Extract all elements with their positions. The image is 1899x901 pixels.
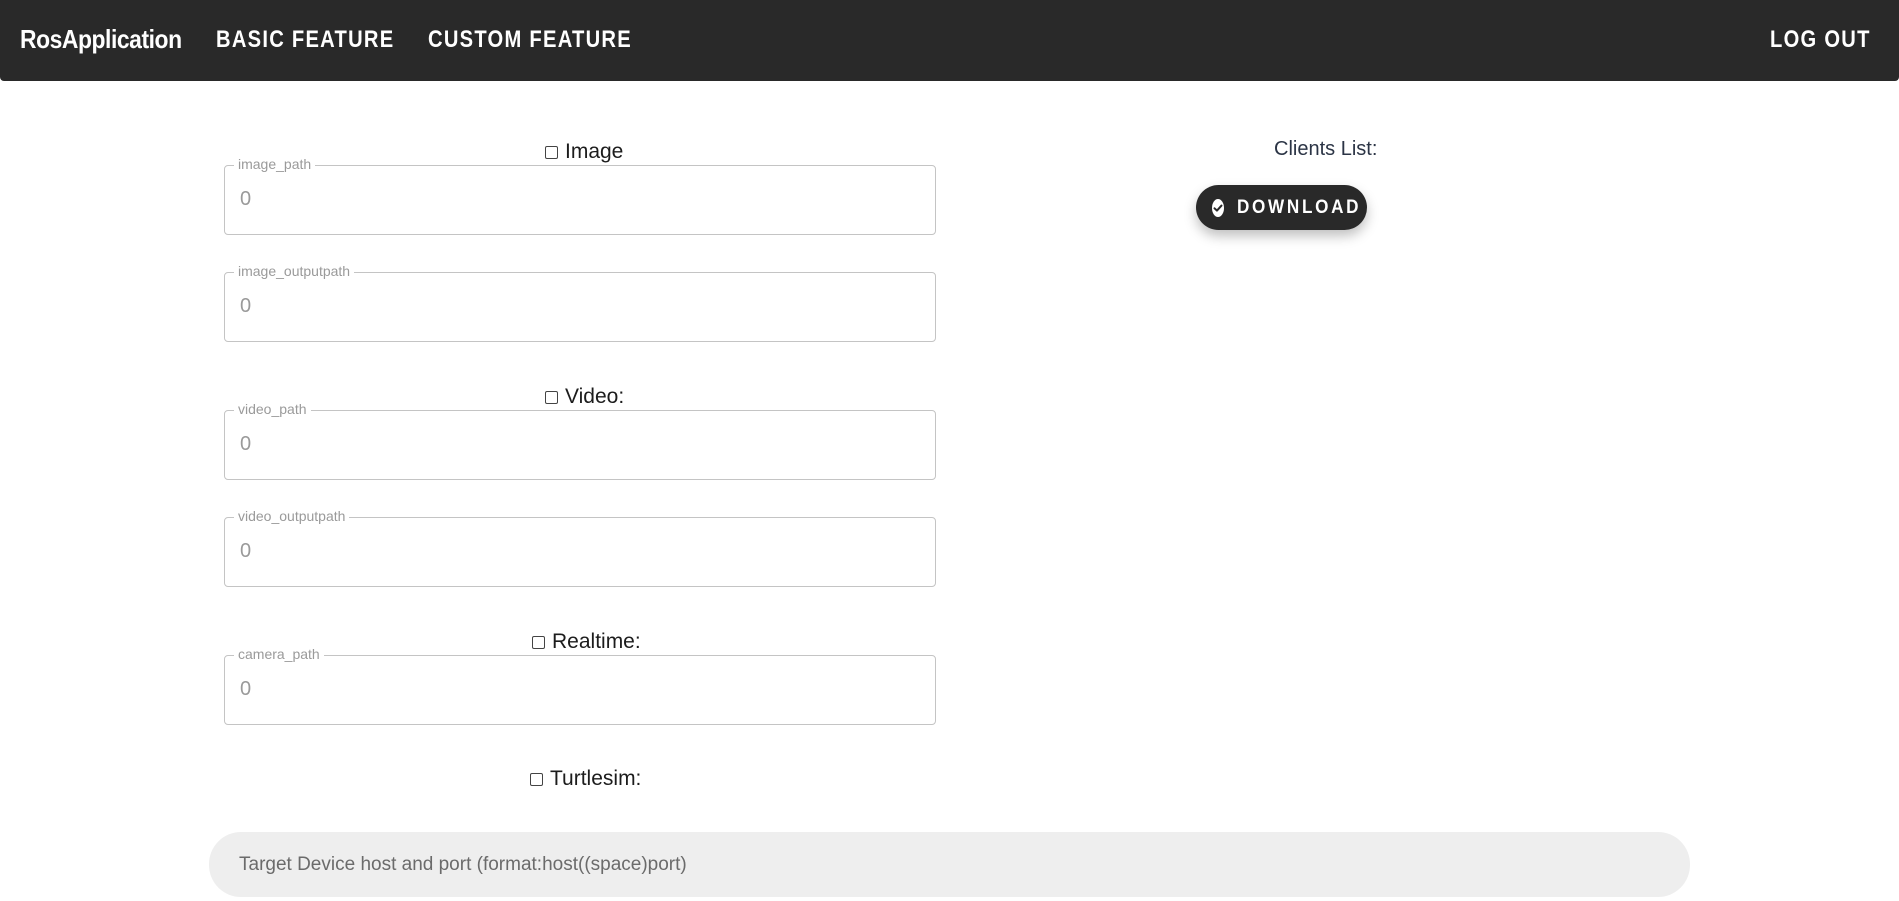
realtime-checkbox[interactable] [532, 635, 545, 649]
camera-path-field[interactable]: camera_path 0 [224, 646, 936, 725]
video-outputpath-input[interactable]: 0 [240, 540, 251, 563]
image-checkbox[interactable] [545, 145, 558, 159]
nav-custom-feature[interactable]: CUSTOM FEATURE [428, 26, 632, 54]
clients-list-label: Clients List: [1274, 138, 1378, 160]
video-checkbox-group: Video: [545, 385, 624, 409]
realtime-checkbox-group: Realtime: [532, 630, 641, 654]
logout-button[interactable]: LOG OUT [1770, 26, 1871, 54]
download-button[interactable]: DOWNLOAD [1196, 185, 1367, 230]
image-checkbox-group: Image [545, 140, 623, 164]
image-outputpath-field[interactable]: image_outputpath 0 [224, 263, 936, 342]
video-path-field[interactable]: video_path 0 [224, 401, 936, 480]
video-outputpath-label: video_outputpath [234, 508, 350, 524]
video-path-input[interactable]: 0 [240, 433, 251, 456]
camera-path-input[interactable]: 0 [240, 678, 251, 701]
image-path-field[interactable]: image_path 0 [224, 156, 936, 235]
nav-basic-feature[interactable]: BASIC FEATURE [216, 26, 394, 54]
check-circle-icon [1212, 198, 1224, 217]
download-label: DOWNLOAD [1237, 196, 1362, 218]
image-outputpath-label: image_outputpath [234, 263, 355, 279]
video-path-label: video_path [234, 401, 311, 417]
realtime-checkbox-label[interactable]: Realtime: [552, 630, 641, 654]
camera-path-label: camera_path [234, 646, 324, 662]
image-checkbox-label[interactable]: Image [565, 140, 623, 164]
turtlesim-checkbox-label[interactable]: Turtlesim: [550, 767, 641, 791]
target-device-placeholder: Target Device host and port (format:host… [239, 854, 687, 875]
image-outputpath-input[interactable]: 0 [240, 295, 251, 318]
video-checkbox-label[interactable]: Video: [565, 385, 624, 409]
image-path-label: image_path [234, 156, 316, 172]
video-outputpath-field[interactable]: video_outputpath 0 [224, 508, 936, 587]
target-device-input[interactable]: Target Device host and port (format:host… [209, 832, 1690, 897]
turtlesim-checkbox[interactable] [530, 772, 543, 786]
turtlesim-checkbox-group: Turtlesim: [530, 767, 641, 791]
image-path-input[interactable]: 0 [240, 188, 251, 211]
brand-logo[interactable]: RosApplication [20, 24, 182, 55]
navbar: RosApplication BASIC FEATURE CUSTOM FEAT… [0, 0, 1899, 81]
video-checkbox[interactable] [545, 390, 558, 404]
